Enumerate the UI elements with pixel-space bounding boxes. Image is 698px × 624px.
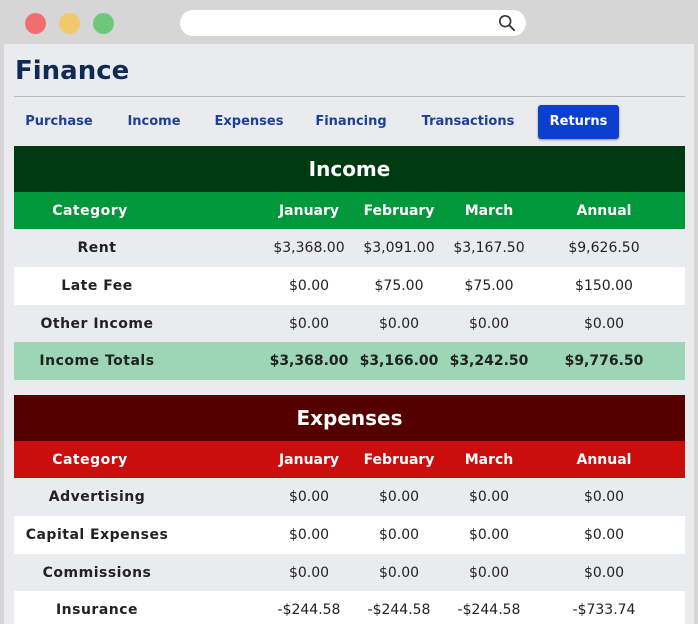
row-march: $0.00 — [468, 489, 510, 505]
row-january: $3,368.00 — [273, 240, 345, 256]
row-february: $0.00 — [378, 489, 420, 505]
row-january: $0.00 — [288, 489, 330, 505]
row-category: Late Fee — [61, 278, 133, 294]
income-column-headers: Category January February March Annual — [14, 192, 685, 229]
row-category: Commissions — [42, 565, 152, 581]
column-header-february: February — [363, 451, 435, 468]
title-divider — [14, 96, 685, 97]
table-row: Commissions $0.00 $0.00 $0.00 $0.00 — [14, 554, 685, 592]
row-annual: -$733.74 — [572, 602, 636, 618]
totals-label: Income Totals — [39, 353, 155, 369]
tab-bar: Purchase Income Expenses Financing Trans… — [14, 105, 685, 139]
column-header-annual: Annual — [576, 202, 632, 219]
row-february: $0.00 — [378, 527, 420, 543]
table-row: Other Income $0.00 $0.00 $0.00 $0.00 — [14, 305, 685, 343]
close-window-button[interactable] — [25, 13, 46, 34]
browser-titlebar — [0, 0, 698, 44]
row-february: $0.00 — [378, 565, 420, 581]
totals-february: $3,166.00 — [359, 353, 439, 369]
address-bar[interactable] — [180, 10, 526, 36]
row-category: Other Income — [40, 316, 154, 332]
column-header-march: March — [464, 202, 514, 219]
row-category: Capital Expenses — [25, 527, 169, 543]
income-section-title: Income — [14, 146, 685, 192]
row-annual: $0.00 — [583, 527, 625, 543]
totals-march: $3,242.50 — [449, 353, 529, 369]
row-annual: $9,626.50 — [568, 240, 640, 256]
row-march: $0.00 — [468, 527, 510, 543]
page-title: Finance — [15, 56, 130, 86]
search-icon[interactable] — [498, 14, 516, 32]
row-annual: $0.00 — [583, 489, 625, 505]
tab-returns[interactable]: Returns — [538, 105, 619, 139]
tab-expenses[interactable]: Expenses — [210, 105, 288, 139]
row-category: Insurance — [55, 602, 139, 618]
row-february: $75.00 — [374, 278, 424, 294]
row-category: Advertising — [48, 489, 146, 505]
table-row: Late Fee $0.00 $75.00 $75.00 $150.00 — [14, 267, 685, 305]
row-annual: $0.00 — [583, 565, 625, 581]
column-header-january: January — [278, 451, 340, 468]
column-header-january: January — [278, 202, 340, 219]
table-row: Capital Expenses $0.00 $0.00 $0.00 $0.00 — [14, 516, 685, 554]
row-january: $0.00 — [288, 565, 330, 581]
table-row: Rent $3,368.00 $3,091.00 $3,167.50 $9,62… — [14, 229, 685, 267]
income-totals-row: Income Totals $3,368.00 $3,166.00 $3,242… — [14, 342, 685, 380]
row-march: $0.00 — [468, 316, 510, 332]
row-march: -$244.58 — [457, 602, 521, 618]
column-header-annual: Annual — [576, 451, 632, 468]
tab-financing[interactable]: Financing — [311, 105, 391, 139]
minimize-window-button[interactable] — [59, 13, 80, 34]
row-february: $0.00 — [378, 316, 420, 332]
table-row: Insurance -$244.58 -$244.58 -$244.58 -$7… — [14, 591, 685, 624]
maximize-window-button[interactable] — [93, 13, 114, 34]
row-category: Rent — [77, 240, 117, 256]
row-march: $3,167.50 — [453, 240, 525, 256]
expenses-section-title: Expenses — [14, 395, 685, 441]
tab-purchase[interactable]: Purchase — [22, 105, 96, 139]
row-march: $75.00 — [464, 278, 514, 294]
row-march: $0.00 — [468, 565, 510, 581]
tab-transactions[interactable]: Transactions — [415, 105, 521, 139]
totals-january: $3,368.00 — [269, 353, 349, 369]
search-input[interactable] — [194, 13, 484, 33]
row-annual: $150.00 — [575, 278, 633, 294]
column-header-category: Category — [52, 202, 128, 219]
expenses-column-headers: Category January February March Annual — [14, 441, 685, 478]
column-header-march: March — [464, 451, 514, 468]
row-january: $0.00 — [288, 278, 330, 294]
row-february: -$244.58 — [367, 602, 431, 618]
row-february: $3,091.00 — [363, 240, 435, 256]
table-row: Advertising $0.00 $0.00 $0.00 $0.00 — [14, 478, 685, 516]
totals-annual: $9,776.50 — [564, 353, 644, 369]
tab-income[interactable]: Income — [120, 105, 188, 139]
page-content: Finance Purchase Income Expenses Financi… — [4, 44, 694, 624]
row-january: $0.00 — [288, 527, 330, 543]
column-header-category: Category — [52, 451, 128, 468]
row-january: $0.00 — [288, 316, 330, 332]
column-header-february: February — [363, 202, 435, 219]
row-january: -$244.58 — [277, 602, 341, 618]
row-annual: $0.00 — [583, 316, 625, 332]
